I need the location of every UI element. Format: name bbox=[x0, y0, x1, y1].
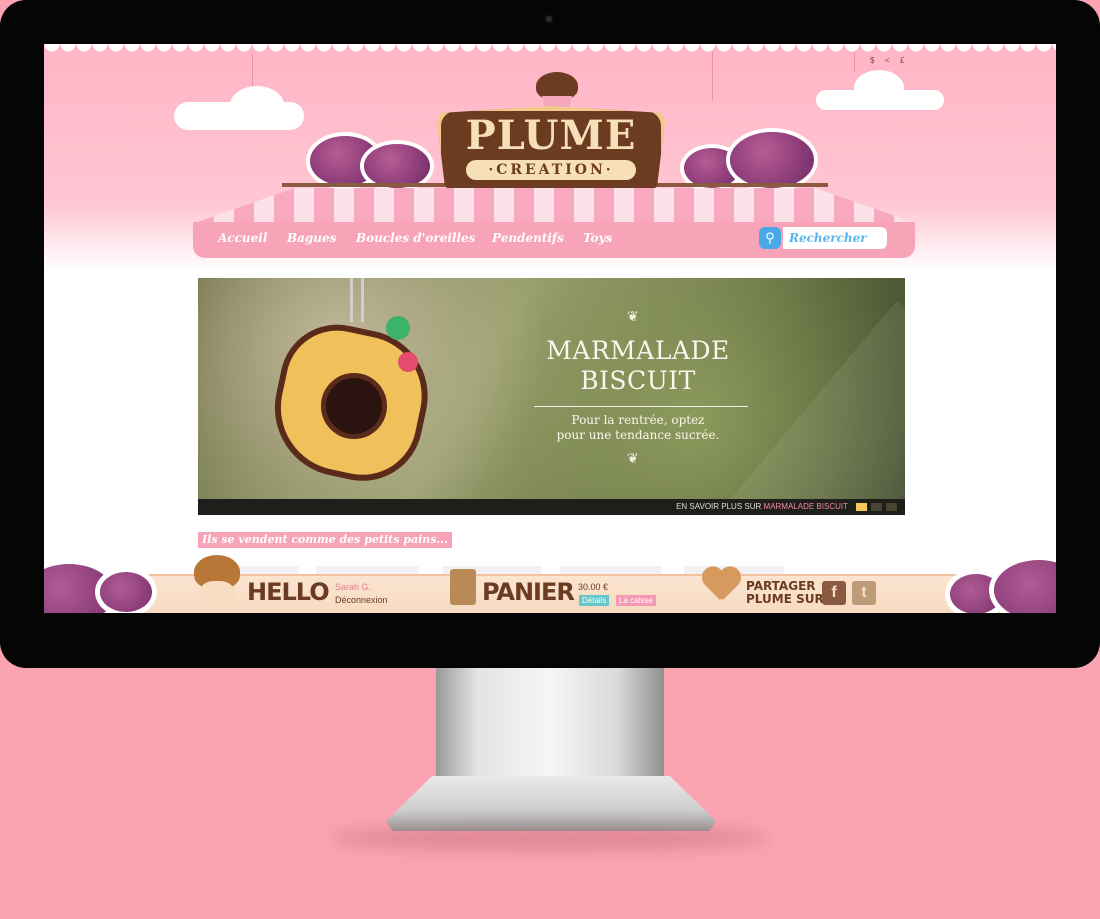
slide-dot-1[interactable] bbox=[856, 503, 867, 511]
chain-decoration bbox=[350, 278, 364, 322]
scallop-border bbox=[44, 44, 1056, 56]
cart-label[interactable]: PANIER bbox=[482, 578, 575, 606]
hello-label: HELLO bbox=[247, 578, 330, 606]
website-screen: $ < £ PLUME ·CREATION· Accueil Bagues Bo… bbox=[44, 44, 1056, 613]
mascot-icon bbox=[194, 555, 240, 609]
heart-icon bbox=[701, 568, 739, 604]
banner-subtitle-line1: Pour la rentrée, optez bbox=[571, 413, 705, 427]
hero-banner[interactable]: ❦ MARMALADE BISCUIT Pour la rentrée, opt… bbox=[198, 278, 905, 515]
banner-subtitle: Pour la rentrée, optez pour une tendance… bbox=[528, 413, 748, 443]
logo-subtitle: ·CREATION· bbox=[466, 160, 636, 180]
shopping-bag-icon bbox=[450, 569, 476, 605]
nav-bagues[interactable]: Bagues bbox=[287, 231, 336, 245]
product-placeholder bbox=[316, 566, 418, 574]
product-placeholder bbox=[560, 566, 662, 574]
striped-awning bbox=[194, 188, 916, 223]
checkout-button[interactable]: La caisse bbox=[616, 595, 656, 606]
user-name[interactable]: Sarah G. bbox=[335, 582, 371, 592]
share-label: PARTAGER PLUME SUR bbox=[746, 580, 824, 606]
nav-toys[interactable]: Toys bbox=[583, 231, 612, 245]
currency-pound[interactable]: £ bbox=[900, 56, 904, 65]
nav-accueil[interactable]: Accueil bbox=[218, 231, 267, 245]
monitor-stand bbox=[436, 668, 664, 780]
green-bead bbox=[386, 316, 410, 340]
slide-dot-2[interactable] bbox=[871, 503, 882, 511]
cloud-left-puff bbox=[230, 86, 284, 124]
banner-title-line1: MARMALADE bbox=[546, 336, 730, 365]
section-title: Ils se vendent comme des petits pains... bbox=[198, 532, 452, 548]
banner-title: MARMALADE BISCUIT bbox=[528, 336, 748, 396]
share-label-line2: PLUME SUR bbox=[746, 592, 824, 606]
bush-right-2 bbox=[730, 132, 814, 188]
currency-prev[interactable]: < bbox=[885, 56, 890, 65]
nav-boucles-oreilles[interactable]: Boucles d'oreilles bbox=[356, 231, 475, 245]
search-icon[interactable]: ⚲ bbox=[759, 227, 781, 249]
camera-icon bbox=[546, 16, 552, 22]
bush-footer-left-2 bbox=[100, 572, 152, 612]
learn-more-link[interactable]: EN SAVOIR PLUS SUR MARMALADE BISCUIT bbox=[676, 502, 848, 511]
cloud-right-puff bbox=[854, 70, 904, 106]
monitor-base bbox=[386, 776, 716, 831]
cloud-string bbox=[854, 52, 855, 72]
biscuit-pendant-image bbox=[262, 314, 440, 492]
cart-details-button[interactable]: Détails bbox=[579, 595, 610, 606]
cloud-string bbox=[712, 52, 713, 100]
banner-caption-bar: EN SAVOIR PLUS SUR MARMALADE BISCUIT bbox=[198, 499, 905, 515]
bush-left-2 bbox=[364, 144, 430, 188]
logo-title: PLUME bbox=[465, 112, 637, 159]
logout-link[interactable]: Déconnexion bbox=[335, 595, 388, 605]
main-navigation: Accueil Bagues Boucles d'oreilles Penden… bbox=[193, 222, 915, 258]
banner-subtitle-line2: pour une tendance sucrée. bbox=[556, 428, 720, 442]
slide-dot-3[interactable] bbox=[886, 503, 897, 511]
banner-divider bbox=[534, 406, 748, 407]
ornament-top-icon: ❦ bbox=[627, 308, 639, 324]
stand-shadow bbox=[330, 826, 770, 850]
red-bead bbox=[398, 352, 418, 372]
bush-footer-right-2 bbox=[994, 560, 1056, 613]
cart-total: 30.00 € bbox=[578, 582, 609, 592]
ornament-bottom-icon: ❦ bbox=[627, 450, 639, 466]
facebook-icon[interactable]: f bbox=[822, 581, 846, 605]
twitter-icon[interactable]: t bbox=[852, 581, 876, 605]
nav-pendentifs[interactable]: Pendentifs bbox=[492, 231, 564, 245]
banner-stripe bbox=[639, 300, 905, 515]
banner-title-line2: BISCUIT bbox=[580, 366, 696, 395]
search-input[interactable] bbox=[783, 227, 887, 249]
site-logo[interactable]: PLUME ·CREATION· bbox=[436, 106, 666, 196]
currency-dollar[interactable]: $ bbox=[870, 56, 874, 65]
